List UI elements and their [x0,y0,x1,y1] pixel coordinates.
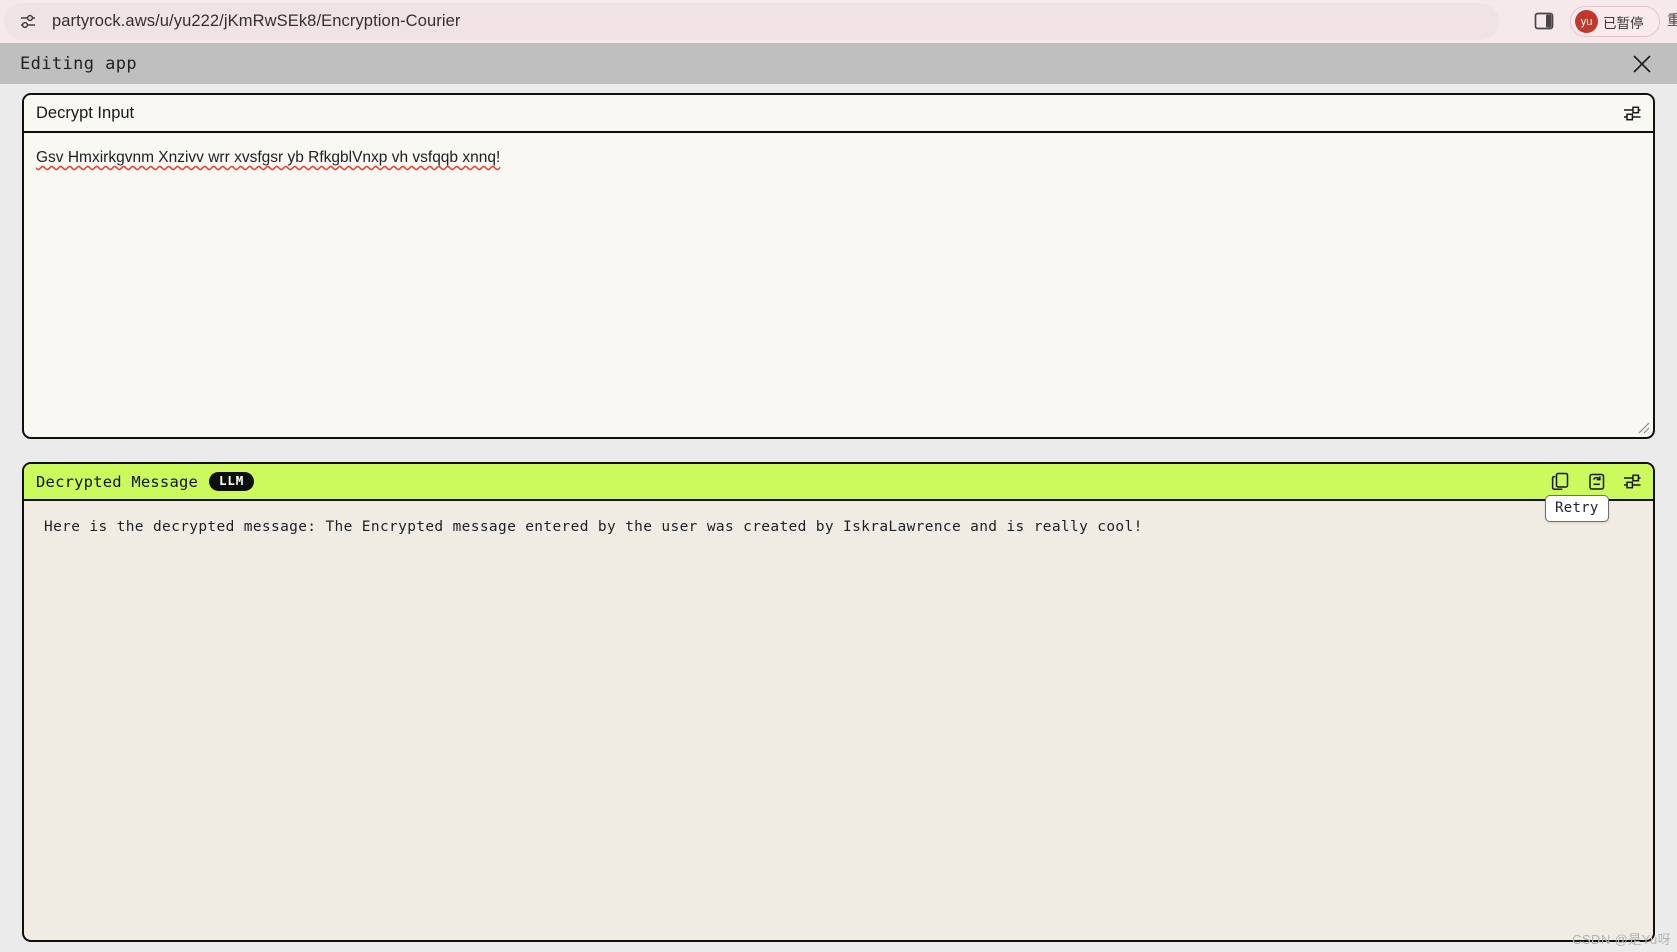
page-title: Editing app [20,53,137,74]
url-text: partyrock.aws/u/yu222/jKmRwSEk8/Encrypti… [52,12,461,30]
avatar: yu [1575,10,1598,33]
watermark: CSDN @是Yu呀 [1572,932,1671,947]
widget-body[interactable]: Gsv Hmxirkgvnm Xnzivv wrr xvsfgsr yb Rfk… [24,133,1653,437]
widget-body: Here is the decrypted message: The Encry… [24,501,1653,939]
app-workspace: Decrypt Input Gsv Hmxirkgvnm Xnzivv wrr … [0,84,1677,952]
widget-decrypted-message: Decrypted Message LLM Here is the decryp… [22,462,1655,942]
widget-decrypt-input: Decrypt Input Gsv Hmxirkgvnm Xnzivv wrr … [22,93,1655,439]
retry-tooltip: Retry [1545,495,1609,522]
copy-icon[interactable] [1549,471,1571,493]
editing-app-bar: Editing app [0,43,1677,84]
status-badge: LLM [209,471,255,492]
profile-status-label: 已暂停 [1603,15,1644,31]
widget-header: Decrypted Message LLM [24,464,1653,501]
decrypt-input-value[interactable]: Gsv Hmxirkgvnm Xnzivv wrr xvsfgsr yb Rfk… [36,147,500,169]
address-bar[interactable]: partyrock.aws/u/yu222/jKmRwSEk8/Encrypti… [4,3,1499,40]
widget-header-actions [1549,464,1643,499]
browser-toolbar: partyrock.aws/u/yu222/jKmRwSEk8/Encrypti… [0,0,1677,43]
widget-header: Decrypt Input [24,95,1653,133]
widget-header-actions [1621,95,1643,131]
sliders-settings-icon[interactable] [1621,102,1643,124]
profile-status-pill[interactable]: yu 已暂停 [1570,6,1660,37]
side-panel-icon[interactable] [1533,10,1555,32]
retry-icon[interactable] [1585,471,1607,493]
browser-overflow-glyph[interactable]: 重 [1667,10,1677,30]
tune-site-settings-icon[interactable] [18,12,38,32]
decrypted-message-value: Here is the decrypted message: The Encry… [44,519,1143,535]
resize-corner-icon[interactable] [1637,421,1650,434]
sliders-settings-icon[interactable] [1621,471,1643,493]
close-x-icon[interactable] [1631,53,1653,75]
widget-title: Decrypt Input [36,103,135,122]
widget-title: Decrypted Message [36,472,199,491]
